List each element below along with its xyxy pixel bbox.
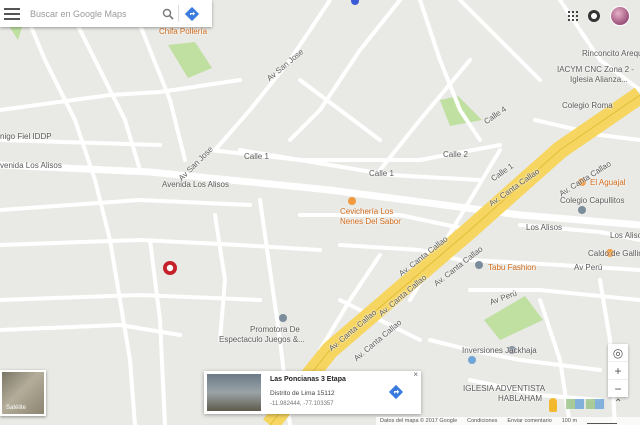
zoom-out-button[interactable]: − [608, 380, 628, 397]
poi-marker [468, 356, 476, 364]
search-input[interactable] [28, 7, 162, 20]
scale-label[interactable]: 100 m [562, 418, 577, 424]
search-icon[interactable] [162, 8, 174, 20]
label-iglesia-adventista-2: HABLAHAM [498, 394, 543, 403]
feedback-link[interactable]: Enviar comentario [507, 418, 551, 424]
pegman-icon[interactable] [549, 398, 557, 412]
scale-bar [587, 419, 618, 424]
map-footer: Datos del mapa © 2017 Google Condiciones… [376, 417, 640, 425]
label-los-alisos-2: Los Aliso [610, 231, 640, 240]
avatar[interactable] [610, 6, 630, 26]
poi-marker [578, 206, 586, 214]
menu-icon[interactable] [4, 7, 20, 20]
label-rinconcito: Rinconcito Arequ [582, 49, 640, 58]
directions-icon[interactable] [185, 6, 199, 21]
label-colegio-roma: Colegio Roma [562, 101, 613, 110]
label-cevicheria-2: Nenes Del Sabor [340, 217, 401, 226]
chevron-up-icon[interactable]: ⌃ [614, 398, 622, 409]
close-icon[interactable]: × [413, 370, 418, 379]
search-box [0, 0, 212, 27]
label-el-aguajal: El Aguajal [590, 178, 626, 187]
place-thumbnail[interactable] [207, 374, 261, 411]
label-avenida-alisos: Avenida Los Alisos [162, 180, 230, 189]
label-colegio-capullitos: Colegio Capullitos [560, 196, 625, 205]
label-calle-2: Calle 2 [443, 150, 468, 159]
place-title: Las Poncianas 3 Etapa [270, 376, 346, 383]
map-controls: ◎ + − [608, 344, 628, 397]
label-iacym: IACYM CNC Zona 2 - [557, 65, 634, 74]
satellite-label: Satélite [6, 405, 27, 411]
label-chifa-polleria: Chifa Pollería [159, 27, 208, 36]
map-canvas[interactable] [0, 0, 640, 425]
terms-link[interactable]: Condiciones [467, 418, 497, 424]
notifications-icon[interactable] [588, 10, 600, 22]
label-caldo-gallina: Caldo de Gallin [588, 249, 640, 258]
label-tabu-fashion: Tabu Fashion [488, 263, 537, 272]
place-subtitle: Distrito de Lima 15112 [270, 390, 335, 397]
layers-thumbnails[interactable] [566, 399, 606, 409]
label-promotora-1: Promotora De [250, 325, 300, 334]
label-inversiones: Inversiones Jackhaja [462, 346, 537, 355]
map-data-attribution: Datos del mapa © 2017 Google [380, 418, 458, 424]
poi-marker [475, 261, 483, 269]
place-card[interactable]: Las Poncianas 3 Etapa Distrito de Lima 1… [204, 370, 421, 414]
account-controls [568, 6, 630, 26]
apps-icon[interactable] [568, 11, 578, 21]
directions-button[interactable] [388, 384, 404, 400]
label-promotora-2: Espectaculo Juegos &... [219, 335, 305, 344]
label-iglesia-adventista-1: IGLESIA ADVENTISTA [463, 384, 546, 393]
place-coords: -11.982444, -77.103357 [270, 401, 334, 407]
label-nigo-fiel: nigo Fiel IDDP [0, 132, 52, 141]
satellite-toggle[interactable]: Satélite [0, 370, 46, 416]
poi-marker [348, 197, 356, 205]
label-calle-1a: Calle 1 [244, 152, 269, 161]
label-cevicheria-1: Cevichería Los [340, 207, 394, 216]
label-av-peru-1: Av Perú [574, 263, 603, 272]
label-avenida-alisos-left: venida Los Alisos [0, 161, 62, 170]
zoom-in-button[interactable]: + [608, 362, 628, 380]
location-pin[interactable] [163, 261, 177, 275]
poi-marker [279, 314, 287, 322]
label-los-alisos-1: Los Alisos [526, 223, 563, 232]
my-location-icon[interactable]: ◎ [608, 344, 628, 362]
separator [178, 5, 179, 22]
label-calle-1b: Calle 1 [369, 169, 394, 178]
label-iglesia-alianza: Iglesia Alianza... [570, 75, 628, 84]
